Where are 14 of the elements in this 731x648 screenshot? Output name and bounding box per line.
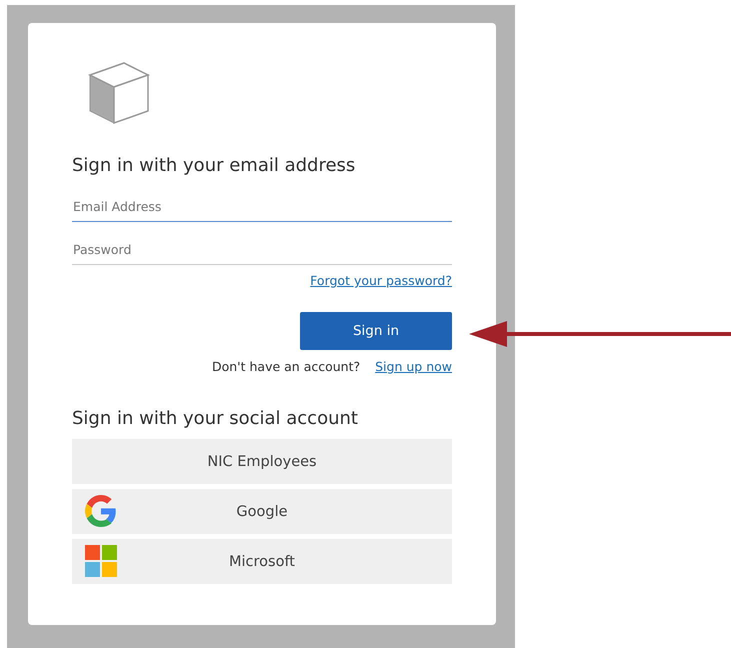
social-login-button[interactable]: Microsoft: [72, 539, 452, 584]
forgot-password-link[interactable]: Forgot your password?: [310, 273, 452, 288]
email-field[interactable]: Email Address: [72, 193, 452, 222]
four-squares-icon: [85, 545, 117, 577]
cube-icon: [86, 61, 150, 125]
password-field[interactable]: Password: [72, 236, 452, 265]
social-signin-heading: Sign in with your social account: [72, 408, 359, 430]
social-login-button[interactable]: Google: [72, 489, 452, 534]
sign-up-link[interactable]: Sign up now: [375, 359, 452, 374]
signup-prompt: Don't have an account?: [212, 359, 360, 374]
email-signin-heading: Sign in with your email address: [72, 155, 356, 177]
google-g-icon: [85, 495, 117, 527]
social-login-button[interactable]: NIC Employees: [72, 439, 452, 484]
sign-in-button[interactable]: Sign in: [300, 312, 452, 350]
